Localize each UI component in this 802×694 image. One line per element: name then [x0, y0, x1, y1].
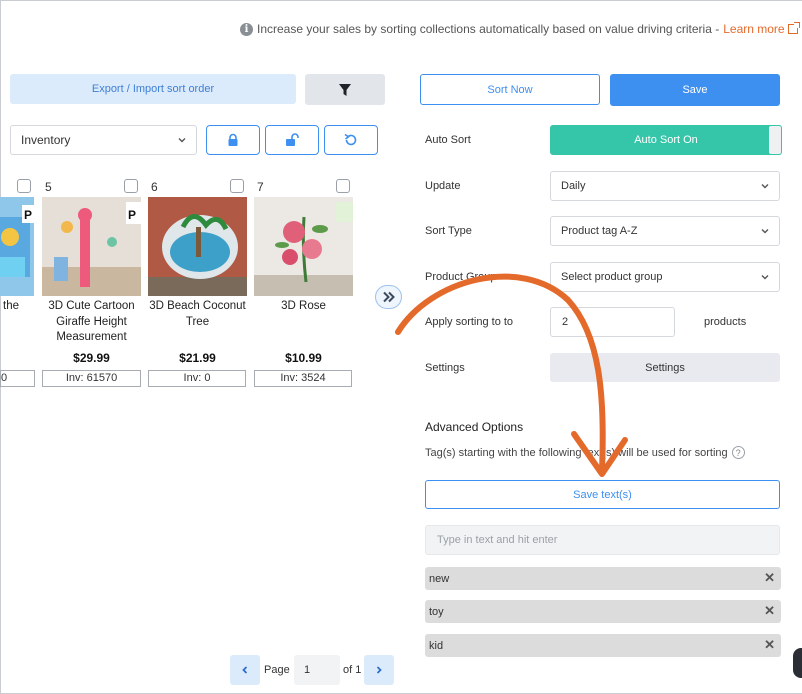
product-checkbox[interactable] [336, 179, 350, 193]
sort-type-select[interactable]: Product tag A-Z [550, 216, 780, 246]
reset-button[interactable] [324, 125, 378, 155]
product-group-select[interactable]: Select product group [550, 262, 780, 292]
apply-sorting-count-input[interactable]: 2 [550, 307, 675, 337]
tag-chip: toy ✕ [425, 600, 781, 623]
learn-more-link[interactable]: Learn more [723, 22, 800, 36]
product-number: 7 [257, 180, 264, 194]
collapse-panel-button[interactable] [375, 285, 402, 309]
product-inventory: Inv: 3524 [254, 370, 352, 387]
chevron-down-icon [761, 229, 769, 234]
auto-sort-toggle[interactable]: Auto Sort On [550, 125, 782, 155]
chevron-left-icon [242, 666, 248, 674]
info-banner: i Increase your sales by sorting collect… [240, 22, 800, 36]
product-inventory: Inv: 61570 [42, 370, 141, 387]
page-label: Page [264, 664, 290, 676]
product-price: $10.99 [285, 351, 322, 365]
product-checkbox[interactable] [230, 179, 244, 193]
product-inventory: 0 [0, 370, 35, 387]
learn-more-label: Learn more [723, 22, 785, 36]
info-text: Increase your sales by sorting collectio… [257, 22, 720, 36]
update-select[interactable]: Daily [550, 171, 780, 201]
svg-text:P: P [24, 208, 32, 222]
product-checkbox[interactable] [17, 179, 31, 193]
remove-tag-icon[interactable]: ✕ [764, 603, 775, 619]
update-value: Daily [561, 180, 586, 192]
remove-tag-icon[interactable]: ✕ [764, 570, 775, 586]
sort-type-value: Product tag A-Z [561, 225, 638, 237]
tag-text-input[interactable]: Type in text and hit enter [425, 525, 780, 555]
page-number-input[interactable]: 1 [294, 655, 340, 685]
product-number: 5 [45, 180, 52, 194]
product-title: 3D Cute Cartoon Giraffe Height Measureme… [48, 300, 135, 343]
product-group-label: Product Group [425, 271, 497, 283]
product-checkbox[interactable] [124, 179, 138, 193]
export-import-button[interactable]: Export / Import sort order [10, 74, 296, 104]
svg-text:P: P [128, 208, 136, 222]
product-title: 3D Beach Coconut Tree [149, 300, 246, 328]
save-button[interactable]: Save [610, 74, 780, 106]
chevron-right-icon [376, 666, 382, 674]
lock-button[interactable] [206, 125, 260, 155]
advanced-options-title: Advanced Options [425, 420, 524, 434]
chevron-down-icon [178, 138, 186, 143]
sort-by-value: Inventory [21, 133, 71, 147]
advanced-help-text: Tag(s) starting with the following text(… [425, 446, 728, 459]
chevron-down-icon [761, 275, 769, 280]
product-title: the [3, 300, 19, 312]
apply-sorting-label: Apply sorting to to [425, 316, 514, 328]
advanced-options-help: Tag(s) starting with the following text(… [425, 446, 745, 459]
auto-sort-label: Auto Sort [425, 134, 471, 146]
sort-now-button[interactable]: Sort Now [420, 74, 600, 105]
page-total: of 1 [343, 664, 362, 676]
tag-chip: kid ✕ [425, 634, 781, 657]
tag-label: kid [429, 639, 444, 652]
update-label: Update [425, 180, 461, 192]
filter-icon [339, 83, 351, 96]
settings-button[interactable]: Settings [550, 353, 780, 382]
product-price: $21.99 [179, 351, 216, 365]
side-widget-tab[interactable] [793, 648, 802, 678]
save-texts-button[interactable]: Save text(s) [425, 480, 780, 509]
sort-by-select[interactable]: Inventory [10, 125, 197, 155]
sort-type-label: Sort Type [425, 225, 472, 237]
prev-page-button[interactable] [230, 655, 260, 685]
product-image: P [0, 197, 34, 296]
apply-sorting-suffix: products [704, 316, 747, 328]
filter-button[interactable] [305, 74, 385, 105]
tag-label: new [429, 572, 450, 585]
product-image [254, 197, 353, 296]
product-inventory: Inv: 0 [148, 370, 246, 387]
product-price: $29.99 [73, 351, 110, 365]
toggle-knob [769, 126, 781, 154]
tag-chip: new ✕ [425, 567, 781, 590]
settings-label: Settings [425, 362, 465, 374]
product-group-value: Select product group [561, 271, 663, 283]
info-icon: i [240, 22, 253, 36]
unlock-button[interactable] [265, 125, 319, 155]
unlock-icon [286, 133, 299, 146]
lock-icon [228, 133, 238, 146]
chevron-down-icon [761, 184, 769, 189]
next-page-button[interactable] [364, 655, 394, 685]
undo-icon [344, 133, 357, 146]
external-link-icon [787, 22, 800, 34]
auto-sort-state: Auto Sort On [634, 134, 698, 146]
double-chevron-right-icon [382, 291, 395, 303]
tag-label: toy [429, 605, 444, 618]
product-image [148, 197, 247, 296]
help-icon[interactable]: ? [731, 446, 745, 459]
product-number: 6 [151, 180, 158, 194]
product-image: P [42, 197, 141, 296]
remove-tag-icon[interactable]: ✕ [764, 637, 775, 653]
product-title: 3D Rose [281, 300, 326, 312]
